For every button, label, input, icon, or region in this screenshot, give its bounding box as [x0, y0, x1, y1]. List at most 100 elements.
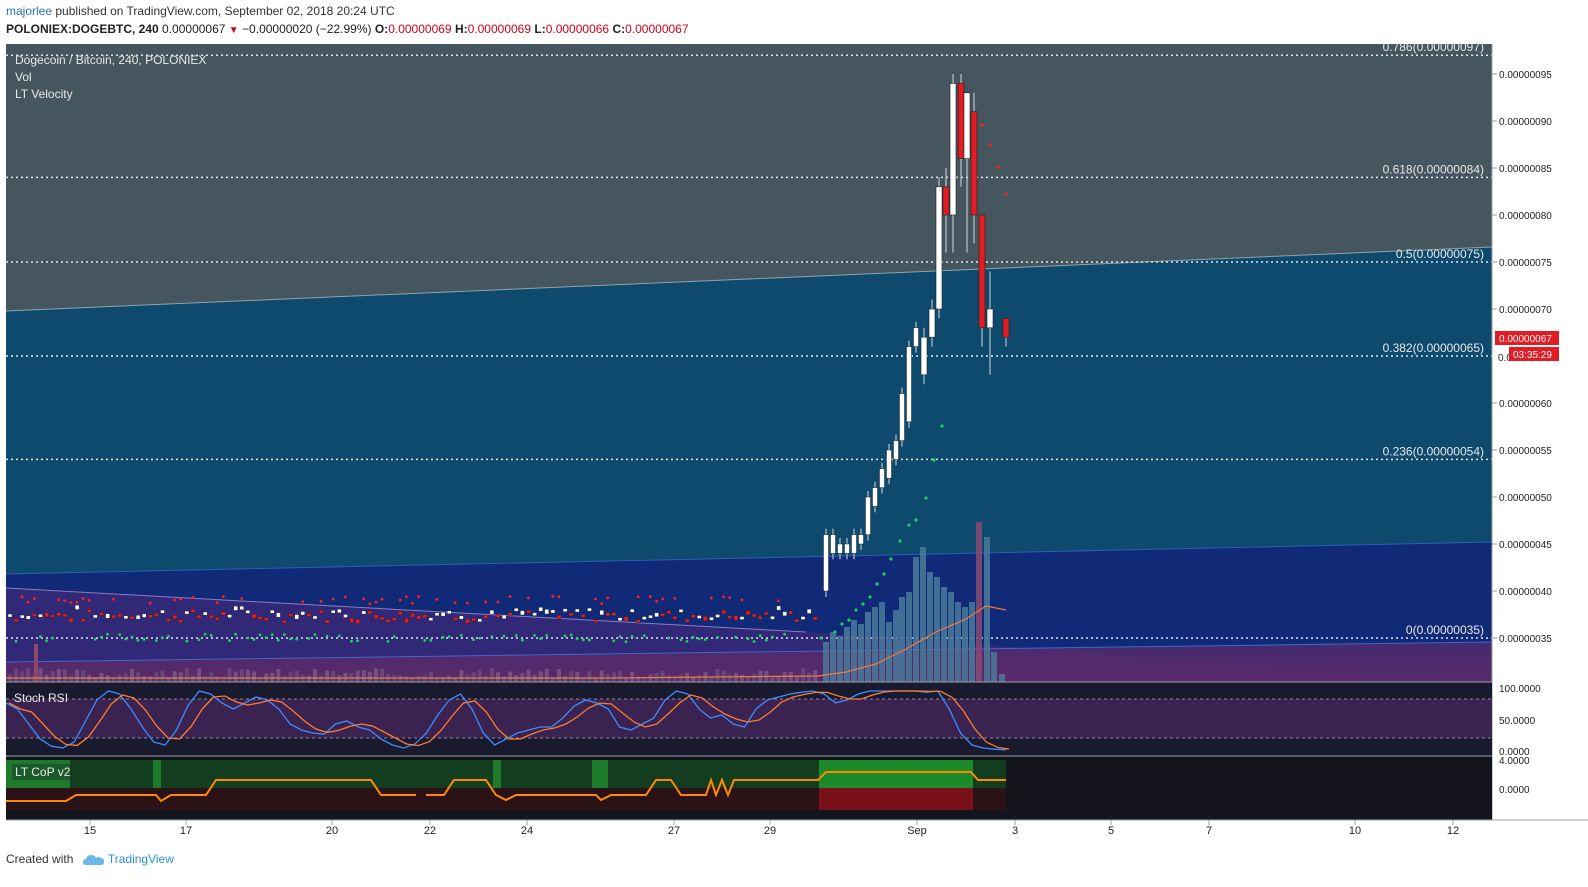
candle-down — [398, 611, 403, 615]
time-tick-label: 7 — [1206, 825, 1212, 837]
velocity-dot-red — [75, 600, 79, 604]
candle-up — [806, 608, 812, 614]
candle-up — [906, 346, 912, 423]
time-tick-label: 24 — [521, 825, 533, 837]
velocity-dot-green — [624, 640, 628, 644]
velocity-dot-green — [45, 639, 48, 643]
candle-up — [879, 468, 885, 488]
velocity-dot-red — [26, 600, 30, 604]
velocity-dot-red — [508, 595, 512, 599]
velocity-dot-green — [106, 632, 109, 636]
volume-bar — [26, 668, 31, 682]
candle-up — [105, 613, 110, 619]
candle-down — [129, 615, 135, 620]
volume-bar — [20, 671, 25, 682]
candle-up — [858, 534, 864, 545]
velocity-dot-green — [100, 635, 103, 639]
candle-down — [325, 619, 330, 624]
velocity-dot-green — [514, 634, 518, 637]
velocity-dot-green — [667, 636, 671, 640]
chart-svg[interactable]: 0.786(0.00000097) 0.618(0.00000084) 0.5(0.… — [5, 40, 1588, 842]
countdown-text: 03:35:29 — [1513, 350, 1552, 361]
volume-bar — [288, 671, 293, 682]
velocity-dot-red — [380, 597, 384, 601]
volume-bar — [599, 670, 604, 682]
velocity-dot-red — [331, 597, 335, 601]
tradingview-brand-link[interactable]: TradingView — [108, 852, 174, 866]
fib-label: 0.236(0.00000054) — [1383, 444, 1484, 458]
candle-up — [851, 534, 857, 554]
author-link[interactable]: majorlee — [6, 4, 52, 18]
velocity-dot-red — [636, 595, 640, 599]
volume-bar — [587, 670, 592, 682]
velocity-dot-green — [679, 638, 683, 642]
candle-down — [813, 616, 818, 621]
velocity-dot-green — [581, 638, 585, 642]
candle-down — [691, 614, 696, 618]
velocity-dot-green — [130, 635, 134, 639]
candle-down — [526, 609, 531, 614]
stoch-band — [6, 699, 1492, 738]
velocity-dot-green — [197, 638, 201, 642]
candle-up — [361, 610, 366, 615]
volume-bar — [130, 668, 134, 682]
header-bar: majorlee published on TradingView.com, S… — [0, 0, 1588, 44]
volume-bar — [807, 672, 812, 682]
candle-down — [721, 609, 726, 614]
volume-bar — [209, 672, 214, 682]
candle-down — [282, 619, 287, 624]
price-tick-label: 0.00000085 — [1499, 164, 1552, 175]
candle-up — [434, 612, 440, 617]
velocity-dot-green — [840, 622, 844, 626]
velocity-dot-green — [252, 638, 256, 641]
velocity-dot-green — [545, 634, 549, 637]
candle-up — [648, 615, 653, 619]
candle-down — [80, 618, 86, 622]
candle-down — [215, 616, 220, 621]
candle-up — [141, 613, 147, 618]
candle-up — [800, 616, 806, 620]
candle-up — [949, 83, 957, 216]
volume-bar — [14, 668, 19, 682]
volume-bar — [245, 669, 250, 682]
candle-down — [794, 618, 800, 623]
volume-bar — [306, 675, 311, 682]
candle-down — [422, 614, 427, 618]
open-label: O: — [374, 22, 389, 36]
velocity-dot-red — [301, 600, 305, 604]
fib-label: 0.618(0.00000084) — [1383, 162, 1484, 176]
candle-down — [62, 613, 68, 618]
candle-down — [672, 616, 678, 620]
tradingview-cloud-icon — [82, 854, 104, 865]
candle-up — [844, 543, 850, 554]
velocity-dot-green — [575, 637, 579, 640]
volume-bar — [934, 577, 940, 682]
volume-bar — [563, 676, 568, 682]
velocity-dot-red — [980, 123, 984, 127]
velocity-dot-green — [478, 636, 481, 640]
volume-bar — [428, 671, 433, 682]
candle-up — [935, 186, 943, 310]
chart-area[interactable]: 0.786(0.00000097) 0.618(0.00000084) 0.5(0.… — [5, 40, 1588, 842]
candle-down — [306, 613, 312, 617]
velocity-dot-red — [20, 595, 24, 599]
fib-label: 0.382(0.00000065) — [1383, 341, 1484, 355]
velocity-dot-red — [496, 600, 500, 604]
volume-bar — [752, 673, 757, 682]
velocity-dot-red — [673, 596, 677, 600]
time-tick-label: 12 — [1447, 825, 1459, 837]
candle-up — [782, 611, 787, 617]
velocity-dot-red — [453, 601, 457, 605]
velocity-dot-red — [600, 602, 603, 606]
candle-down — [196, 614, 202, 619]
candle-up — [532, 612, 537, 616]
velocity-dot-green — [429, 638, 433, 642]
volume-bar — [184, 668, 189, 682]
velocity-dot-green — [642, 634, 646, 638]
volume-bar — [672, 677, 677, 682]
candle-down — [684, 618, 690, 623]
volume-bar — [489, 668, 494, 682]
candle-up — [986, 308, 994, 329]
candle-down — [257, 616, 263, 620]
candle-up — [550, 609, 556, 614]
